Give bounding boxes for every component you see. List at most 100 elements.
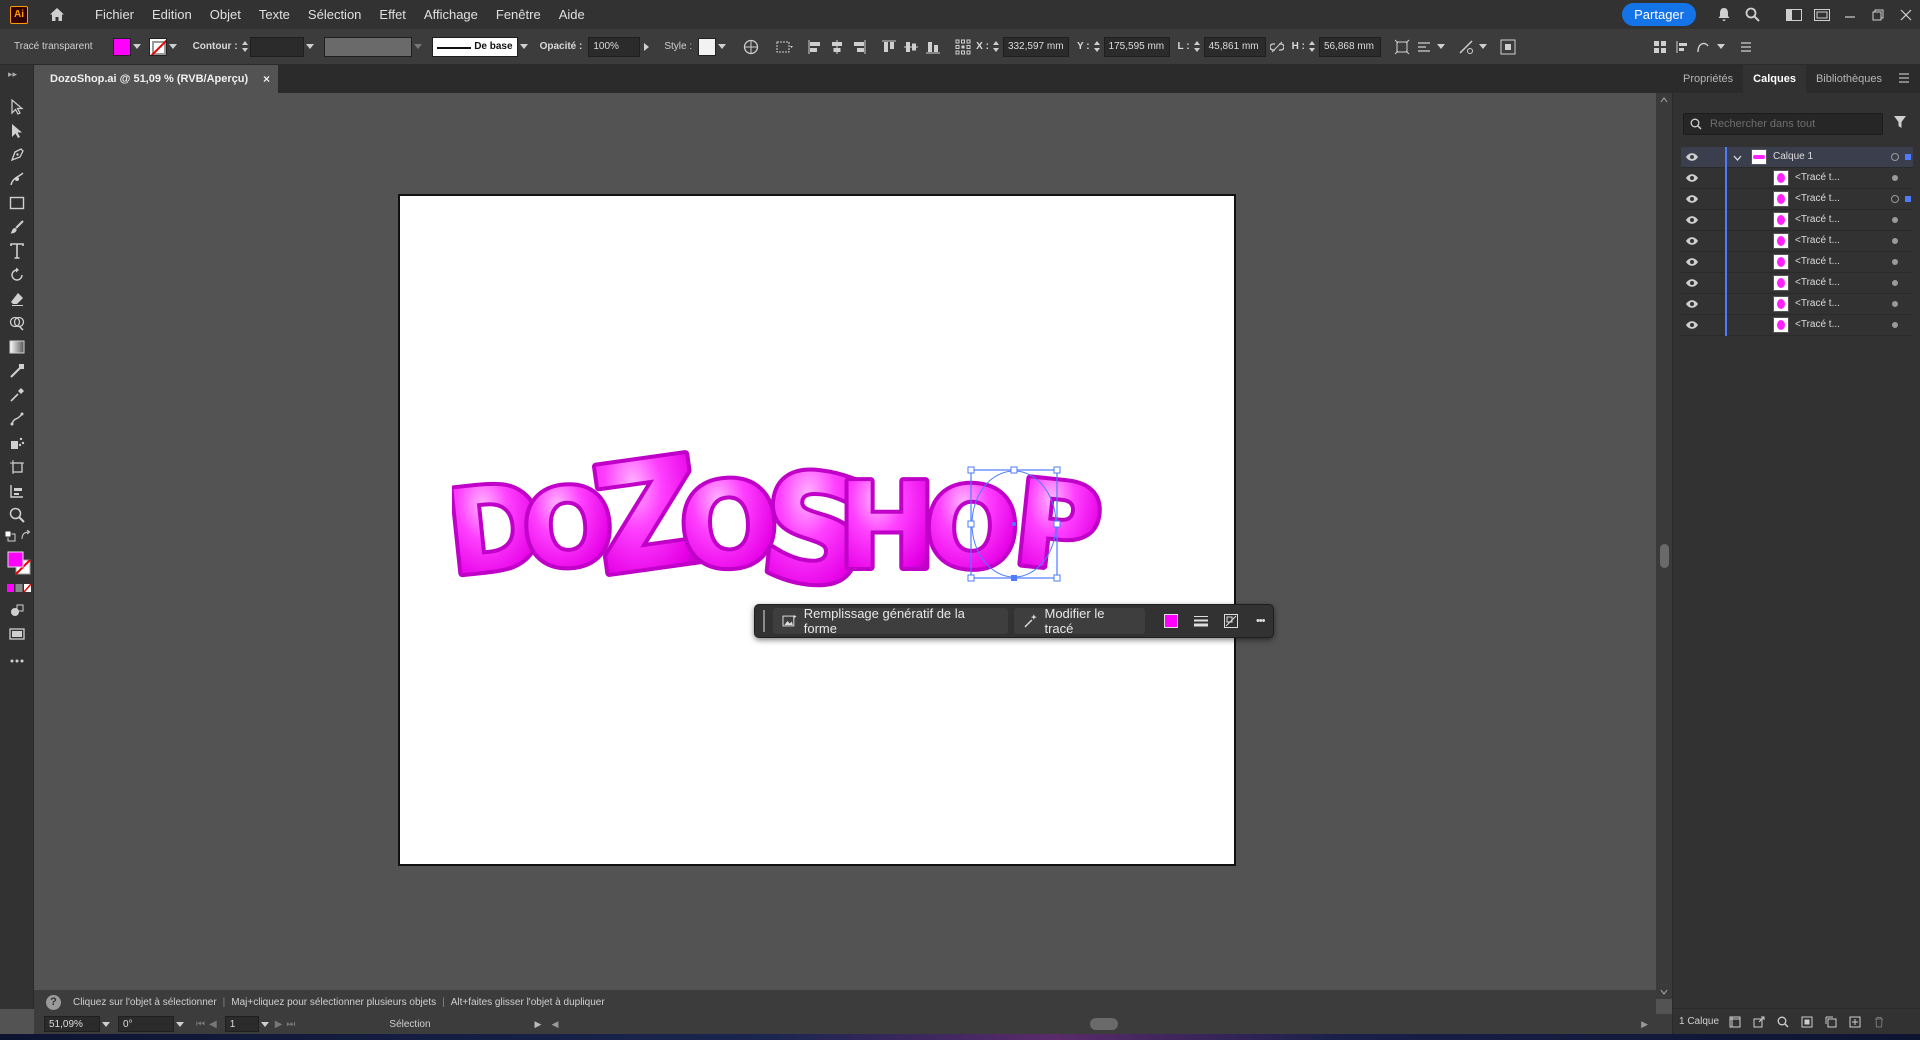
- sublayer-name[interactable]: <Tracé t...: [1795, 193, 1840, 204]
- horizontal-scroll-thumb[interactable]: [1090, 1018, 1118, 1030]
- panel-menu-icon[interactable]: [1735, 34, 1757, 60]
- locate-object-icon[interactable]: [1771, 1010, 1795, 1034]
- default-fill-stroke-icon[interactable]: [4, 530, 16, 542]
- drawing-mode-icon[interactable]: [7, 601, 27, 621]
- minimize-icon[interactable]: [1836, 0, 1864, 29]
- shape-builder-tool-icon[interactable]: [7, 313, 27, 333]
- fill-dropdown-icon[interactable]: [131, 38, 143, 56]
- shape-options-icon[interactable]: [1413, 34, 1435, 60]
- more-options-icon[interactable]: •••: [1247, 608, 1273, 634]
- restore-icon[interactable]: [1864, 0, 1892, 29]
- workspace-switcher-icon[interactable]: [1780, 0, 1808, 29]
- stroke-color-swatch[interactable]: [148, 37, 167, 56]
- dozoshop-artwork[interactable]: DOZOSHOP: [452, 438, 1152, 608]
- tab-proprietes[interactable]: Propriétés: [1673, 65, 1743, 93]
- recolor-icon[interactable]: [1218, 608, 1244, 634]
- selection-tool-icon[interactable]: [7, 97, 27, 117]
- y-field[interactable]: 175,595 mm: [1103, 36, 1170, 57]
- menu-texte[interactable]: Texte: [250, 0, 299, 29]
- gradient-tool-icon[interactable]: [7, 337, 27, 357]
- scroll-up-icon[interactable]: [1660, 97, 1668, 103]
- constrain-proportions-icon[interactable]: [1266, 34, 1288, 60]
- x-field[interactable]: 332,597 mm: [1002, 36, 1069, 57]
- stroke-weight-field[interactable]: [249, 36, 304, 57]
- share-button[interactable]: Partager: [1622, 3, 1696, 26]
- recolor-artwork-icon[interactable]: [740, 34, 762, 60]
- align-right-icon[interactable]: [848, 34, 870, 60]
- generative-shape-fill-button[interactable]: Remplissage génératif de la forme: [772, 606, 1008, 636]
- fill-stroke-indicator[interactable]: [6, 550, 32, 576]
- edit-toolbar-icon[interactable]: [7, 651, 27, 671]
- sublayer-row[interactable]: <Tracé t...: [1681, 252, 1913, 273]
- artboard-layers-icon[interactable]: [1723, 1010, 1747, 1034]
- help-icon[interactable]: ?: [46, 994, 61, 1010]
- artboard-tool-icon[interactable]: [7, 457, 27, 477]
- stroke-weight-dropdown-icon[interactable]: [304, 38, 316, 56]
- sublayer-name[interactable]: <Tracé t...: [1795, 319, 1840, 330]
- align-left-icon[interactable]: [804, 34, 826, 60]
- graphic-style-swatch[interactable]: [698, 37, 717, 56]
- menu-aide[interactable]: Aide: [550, 0, 594, 29]
- sublayer-target-icon[interactable]: [1892, 301, 1898, 307]
- document-tab[interactable]: DozoShop.ai @ 51,09 % (RVB/Aperçu) ×: [34, 65, 278, 93]
- slice-tool-icon[interactable]: [7, 481, 27, 501]
- pen-tool-icon[interactable]: [7, 145, 27, 165]
- paintbrush-tool-icon[interactable]: [7, 217, 27, 237]
- layer-expand-chevron-icon[interactable]: [1733, 153, 1742, 164]
- fill-color-swatch[interactable]: [112, 37, 131, 56]
- visibility-eye-icon[interactable]: [1685, 257, 1699, 270]
- transform-icon[interactable]: [1391, 34, 1413, 60]
- sublayer-row[interactable]: <Tracé t...: [1681, 210, 1913, 231]
- vertical-scrollbar[interactable]: [1656, 93, 1672, 999]
- align-center-h-icon[interactable]: [826, 34, 848, 60]
- zoom-tool-icon[interactable]: [7, 505, 27, 525]
- shape-options-dropdown-icon[interactable]: [1435, 38, 1447, 56]
- layer-name[interactable]: Calque 1: [1773, 151, 1813, 162]
- layer-row-main[interactable]: Calque 1: [1681, 147, 1913, 168]
- reference-point-icon[interactable]: [952, 34, 974, 60]
- sublayer-name[interactable]: <Tracé t...: [1795, 256, 1840, 267]
- sublayer-target-icon[interactable]: [1891, 195, 1899, 203]
- h-scroll-right-icon[interactable]: ▶: [1641, 1019, 1648, 1030]
- rotation-dropdown-icon[interactable]: [174, 1015, 186, 1033]
- x-stepper[interactable]: [991, 37, 1001, 57]
- type-tool-icon[interactable]: [7, 241, 27, 261]
- brush-definition-field[interactable]: De base: [431, 36, 518, 57]
- menu-affichage[interactable]: Affichage: [415, 0, 487, 29]
- sublayer-name[interactable]: <Tracé t...: [1795, 277, 1840, 288]
- modify-path-button[interactable]: Modifier le tracé: [1013, 606, 1145, 636]
- brush-dropdown-icon[interactable]: [518, 38, 530, 56]
- height-stepper[interactable]: [1307, 37, 1317, 57]
- arrange-grid-icon[interactable]: [1649, 34, 1671, 60]
- artboard-dropdown-icon[interactable]: [259, 1015, 271, 1033]
- toolbar-collapse-icon[interactable]: ▸▸: [8, 69, 17, 80]
- swap-fill-stroke-icon[interactable]: [20, 530, 32, 542]
- tab-calques[interactable]: Calques: [1743, 65, 1806, 93]
- sublayer-target-icon[interactable]: [1892, 175, 1898, 181]
- layers-search-input[interactable]: Rechercher dans tout: [1683, 113, 1883, 135]
- menu-fenetre[interactable]: Fenêtre: [487, 0, 550, 29]
- bell-icon[interactable]: [1710, 0, 1738, 29]
- y-stepper[interactable]: [1092, 37, 1102, 57]
- curvature-icon[interactable]: [1693, 34, 1715, 60]
- artboard-number-field[interactable]: 1: [224, 1016, 259, 1032]
- symbol-sprayer-tool-icon[interactable]: [7, 433, 27, 453]
- sublayer-target-icon[interactable]: [1892, 280, 1898, 286]
- opacity-field[interactable]: 100%: [588, 36, 641, 57]
- curvature-tool-icon[interactable]: [7, 169, 27, 189]
- close-window-icon[interactable]: [1892, 0, 1920, 29]
- align-bottom-icon[interactable]: [922, 34, 944, 60]
- eraser-tool-icon[interactable]: [7, 289, 27, 309]
- sublayer-name[interactable]: <Tracé t...: [1795, 214, 1840, 225]
- sublayer-row[interactable]: <Tracé t...: [1681, 294, 1913, 315]
- style-dropdown-icon[interactable]: [716, 38, 728, 56]
- opacity-expand-icon[interactable]: [637, 41, 655, 53]
- scroll-down-icon[interactable]: [1660, 989, 1668, 995]
- layer-target-icon[interactable]: [1891, 153, 1899, 161]
- menu-objet[interactable]: Objet: [201, 0, 250, 29]
- align-to-icon[interactable]: [774, 34, 796, 60]
- visibility-eye-icon[interactable]: [1685, 173, 1699, 186]
- align-top-icon[interactable]: [878, 34, 900, 60]
- menu-edition[interactable]: Edition: [143, 0, 201, 29]
- taskbar-fill-swatch[interactable]: [1159, 608, 1185, 634]
